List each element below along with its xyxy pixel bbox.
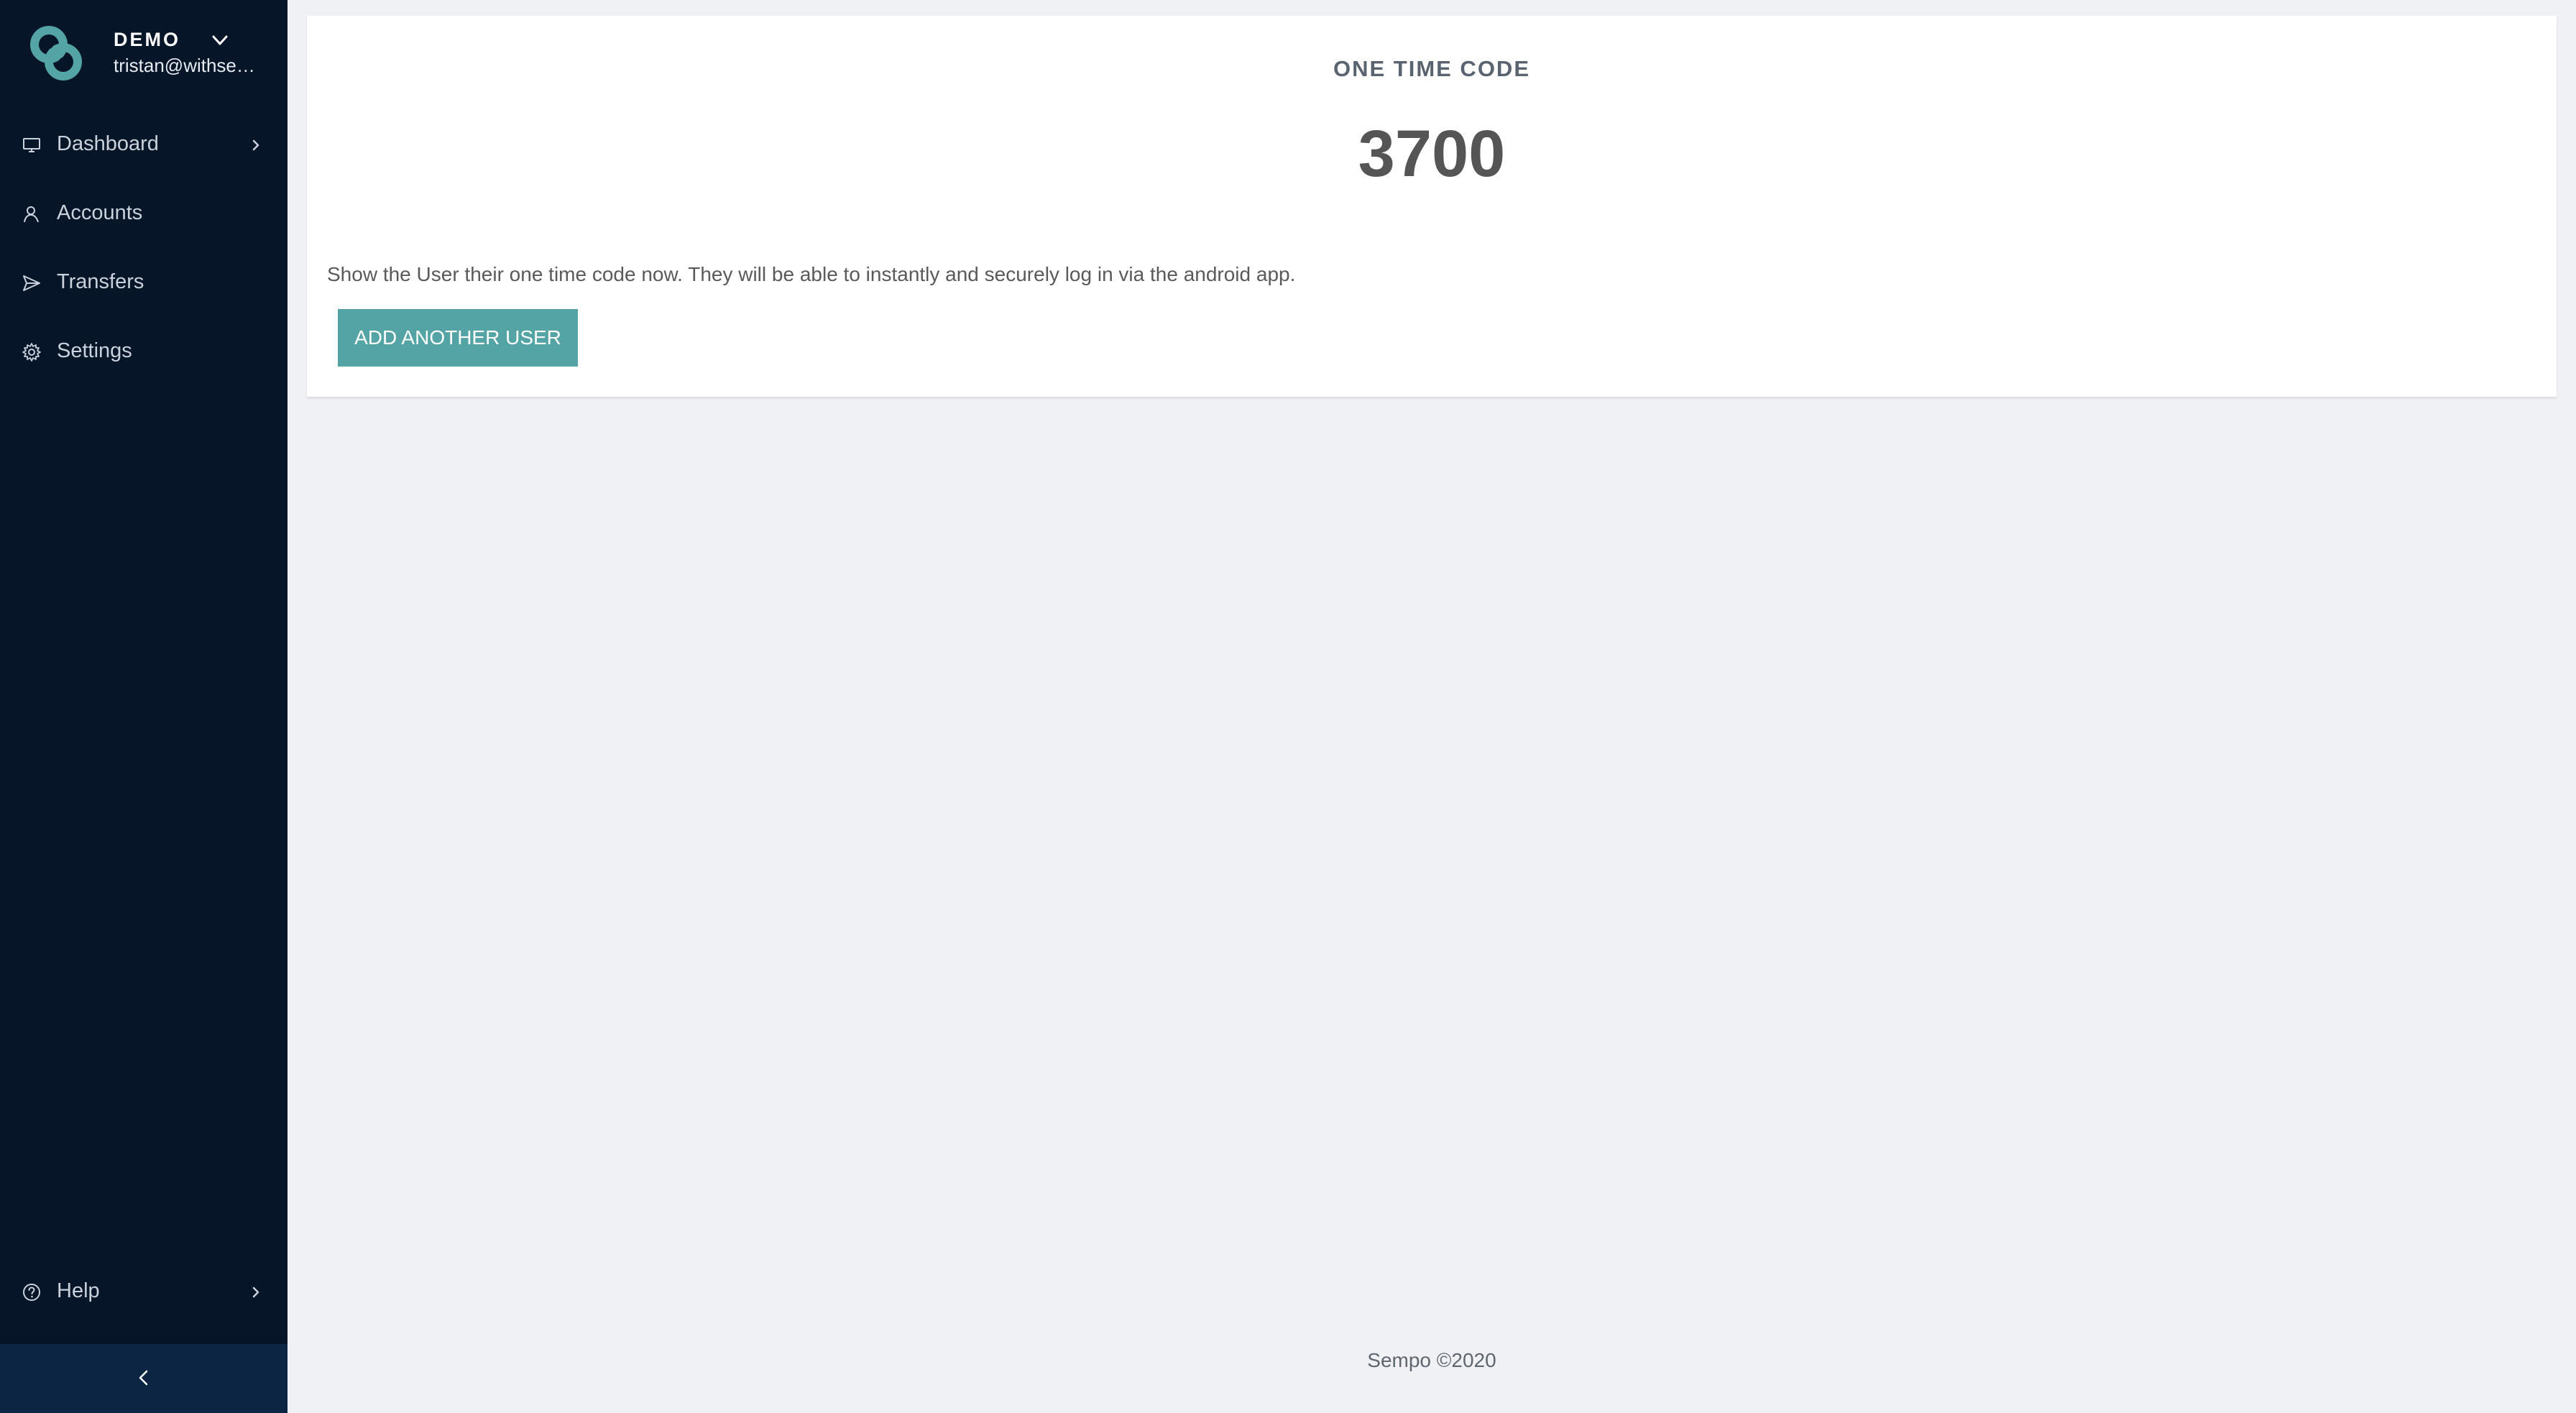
app-root: DEMO tristan@withsem... Dashboard Accoun… [0,0,2576,1413]
monitor-icon [23,138,40,152]
sidebar-item-settings[interactable]: Settings [0,326,288,378]
sidebar-collapse-button[interactable] [0,1344,288,1413]
chevron-right-icon [252,139,259,151]
sempo-logo-icon [30,26,82,80]
sidebar-item-label: Accounts [57,201,143,224]
sidebar-item-label: Settings [57,339,132,362]
one-time-code: 3700 [1358,117,1506,190]
chevron-left-icon [139,1370,148,1386]
user-email: tristan@withsem... [114,55,264,76]
sidebar-item-label: Dashboard [57,132,159,155]
chevron-right-icon [252,1287,259,1298]
question-circle-icon [23,1284,40,1301]
chevron-down-icon [212,35,228,45]
org-switcher[interactable]: DEMO tristan@withsem... [29,24,273,82]
add-another-user-button[interactable]: ADD ANOTHER USER [338,309,578,367]
send-icon [23,275,40,291]
sidebar-item-transfers[interactable]: Transfers [0,257,288,309]
card-title: ONE TIME CODE [1333,56,1530,81]
footer-copyright: Sempo ©2020 [1367,1349,1496,1371]
sidebar-item-label: Help [57,1279,100,1302]
sidebar-item-label: Transfers [57,270,144,293]
org-name: DEMO [114,29,180,50]
gear-icon [22,343,41,362]
sidebar-item-accounts[interactable]: Accounts [0,188,288,240]
sidebar: DEMO tristan@withsem... Dashboard Accoun… [0,0,288,1413]
sidebar-item-dashboard[interactable]: Dashboard [0,119,288,171]
one-time-code-card: ONE TIME CODE 3700 Show the User their o… [307,16,2557,397]
user-icon [24,206,39,223]
sidebar-item-help[interactable]: Help [0,1266,288,1318]
instructions-text: Show the User their one time code now. T… [327,263,1296,285]
